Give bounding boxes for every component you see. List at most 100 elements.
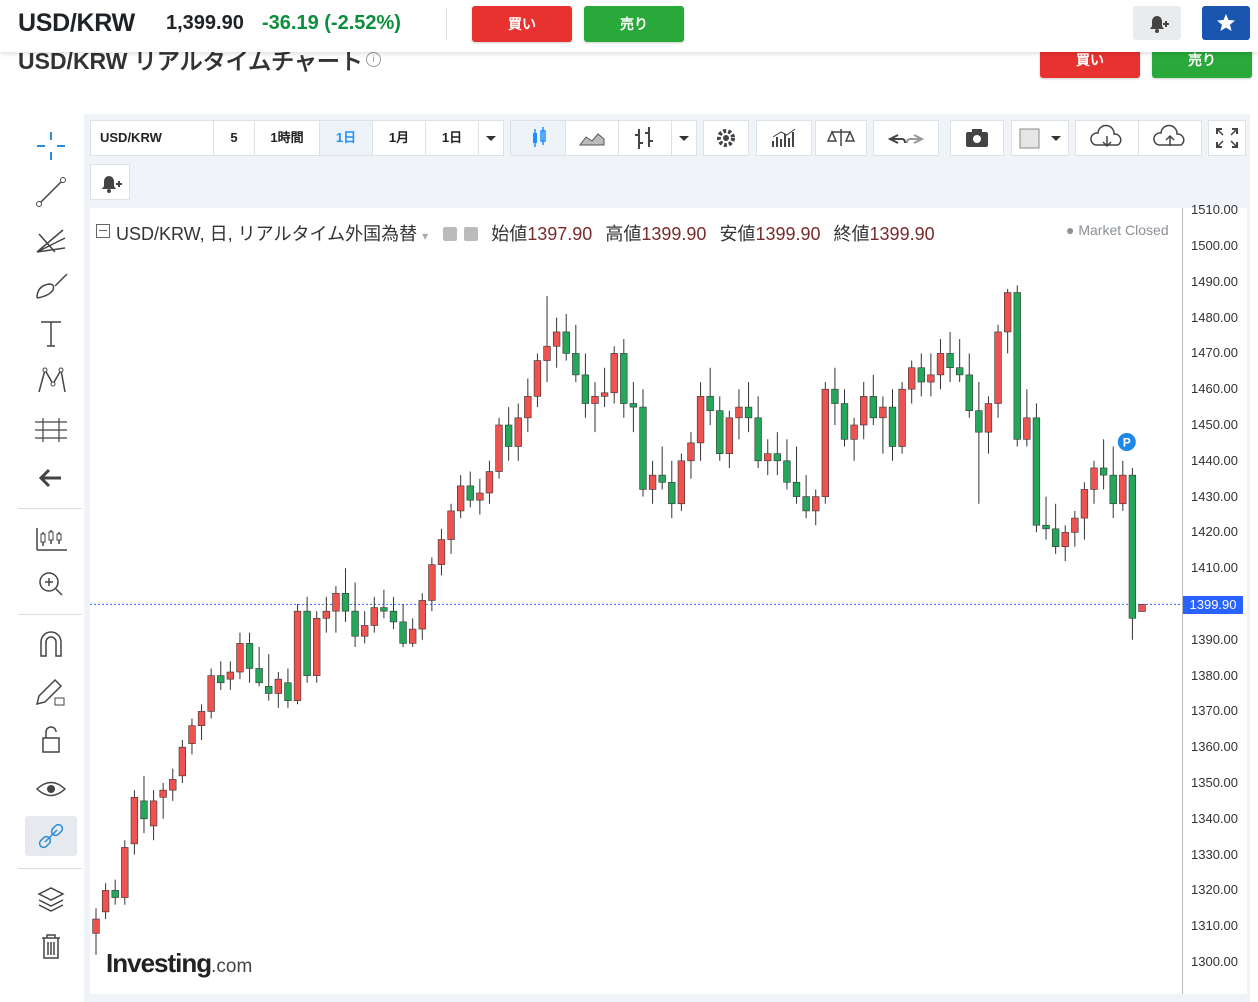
screenshot-button[interactable]: [950, 120, 1004, 156]
candle: [812, 489, 820, 526]
price-tick: 1410.00: [1191, 560, 1238, 576]
gear-icon: [717, 129, 735, 147]
candle: [265, 654, 273, 701]
fullscreen-button[interactable]: [1208, 120, 1246, 156]
investing-logo: Investing.com: [106, 948, 252, 979]
chevron-down-icon[interactable]: ▾: [422, 229, 428, 243]
candle: [284, 668, 292, 708]
crosshair-tool[interactable]: [25, 126, 77, 166]
candle: [792, 446, 801, 504]
object-tree-button[interactable]: [25, 878, 77, 918]
price-tick: 1360.00: [1191, 739, 1238, 755]
candles-style-button[interactable]: [510, 120, 566, 156]
hide-toolbar-button[interactable]: [25, 458, 77, 498]
pencil-lock-icon: [35, 678, 65, 706]
candle: [361, 611, 369, 644]
price-tick: 1490.00: [1191, 273, 1238, 289]
price-tick: 1330.00: [1191, 846, 1238, 862]
interval-1d-alt[interactable]: 1日: [425, 120, 479, 156]
candle: [850, 417, 858, 461]
candle-body: [956, 367, 964, 376]
collapse-icon[interactable]: [96, 224, 110, 238]
timeline-button[interactable]: [25, 518, 77, 558]
color-picker[interactable]: [1011, 120, 1069, 156]
lock-drawings-button[interactable]: [25, 672, 77, 712]
zoom-in-button[interactable]: [25, 564, 77, 604]
candle-body: [840, 403, 849, 440]
text-tool[interactable]: [25, 314, 77, 354]
candle: [735, 389, 743, 440]
candle: [879, 396, 887, 454]
price-tick: 1460.00: [1191, 381, 1238, 397]
candle-body: [965, 374, 973, 411]
interval-dropdown[interactable]: [478, 120, 504, 156]
bars-style-button[interactable]: [618, 120, 672, 156]
candle: [773, 432, 781, 476]
candle: [255, 646, 263, 687]
price-tick: 1340.00: [1191, 810, 1238, 826]
candle-body: [1119, 474, 1127, 505]
brush-tool[interactable]: [25, 266, 77, 306]
redo-icon: [906, 134, 925, 144]
interval-1m[interactable]: 1月: [372, 120, 426, 156]
candle: [744, 382, 753, 433]
candle: [1023, 389, 1031, 447]
symbol-search[interactable]: USD/KRW: [90, 120, 214, 156]
area-style-button[interactable]: [565, 120, 619, 156]
candle-body: [1128, 474, 1137, 619]
save-chart-button[interactable]: [1138, 120, 1202, 156]
watchlist-button[interactable]: [1202, 6, 1250, 40]
candle-body: [1003, 292, 1012, 333]
info-icon[interactable]: i: [366, 52, 381, 67]
candle: [648, 460, 657, 504]
candle: [1013, 285, 1021, 447]
interval-1d[interactable]: 1日: [319, 120, 373, 156]
indicators-button[interactable]: [756, 120, 812, 156]
candle-body: [562, 331, 570, 354]
candle-body: [101, 890, 110, 913]
gann-fib-tool[interactable]: [25, 220, 77, 260]
candle: [677, 453, 686, 511]
candle: [658, 446, 666, 490]
candle-body: [313, 618, 321, 676]
candle: [370, 596, 378, 633]
buy-button[interactable]: 買い: [472, 6, 572, 42]
interval-5[interactable]: 5: [213, 120, 255, 156]
interval-1h[interactable]: 1時間: [254, 120, 320, 156]
candle: [1119, 460, 1127, 511]
compare-button[interactable]: [815, 120, 867, 156]
visibility-icon[interactable]: [443, 227, 458, 241]
candle: [169, 768, 177, 801]
trendline-tool[interactable]: [25, 172, 77, 212]
candle-body: [831, 388, 839, 404]
area-chart-icon: [579, 133, 605, 146]
prediction-tool[interactable]: [25, 410, 77, 450]
settings-button[interactable]: [703, 120, 749, 156]
lock-all-button[interactable]: [25, 720, 77, 760]
price-tick: 1430.00: [1191, 488, 1238, 504]
candle-body: [466, 485, 474, 501]
pattern-tool[interactable]: [25, 360, 77, 400]
chart-plot-area[interactable]: P: [90, 208, 1182, 994]
remove-drawings-button[interactable]: [25, 926, 77, 966]
candle-body: [265, 686, 273, 694]
sync-drawings-button[interactable]: [25, 816, 77, 856]
candle: [975, 382, 983, 504]
candle: [121, 840, 129, 905]
create-alert-button[interactable]: [90, 164, 130, 200]
load-chart-button[interactable]: [1075, 120, 1139, 156]
magnet-icon: [40, 631, 62, 657]
candle-body: [293, 610, 302, 701]
candle: [1051, 503, 1060, 554]
magnet-button[interactable]: [25, 624, 77, 664]
candle: [130, 790, 139, 855]
sell-button[interactable]: 売り: [584, 6, 684, 42]
gear-icon[interactable]: [464, 227, 479, 241]
hide-drawings-button[interactable]: [25, 768, 77, 808]
candle-body: [552, 331, 561, 347]
add-alert-button[interactable]: [1133, 6, 1181, 40]
brush-icon: [36, 273, 68, 299]
candle-body: [764, 453, 772, 462]
chart-style-dropdown[interactable]: [671, 120, 697, 156]
candle: [840, 389, 849, 447]
